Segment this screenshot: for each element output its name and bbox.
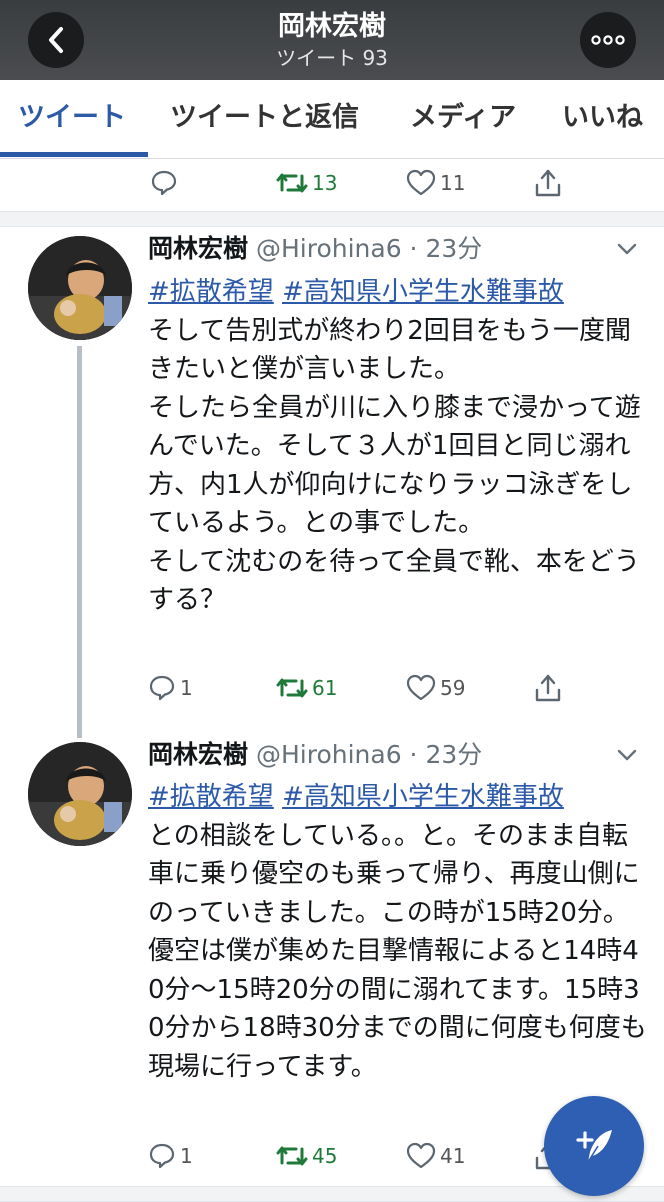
like-count: 41 bbox=[440, 1144, 466, 1168]
avatar-photo bbox=[28, 236, 132, 340]
profile-tabs: ツイート ツイートと返信 メディア いいね bbox=[0, 80, 664, 159]
like-count: 11 bbox=[440, 171, 466, 195]
retweet-count: 61 bbox=[312, 676, 338, 700]
reply-button[interactable]: 1 bbox=[148, 668, 193, 708]
heart-icon bbox=[406, 674, 436, 701]
tweet-header: 岡林宏樹 @Hirohina6 · 23分 bbox=[148, 739, 482, 771]
avatar[interactable] bbox=[28, 742, 132, 846]
share-icon bbox=[535, 169, 561, 197]
share-button[interactable] bbox=[534, 668, 562, 708]
reply-button[interactable]: 1 bbox=[148, 1136, 193, 1176]
tweet-meta: @Hirohina6 · 23分 bbox=[255, 234, 483, 263]
heart-icon bbox=[406, 1142, 436, 1169]
tab-likes[interactable]: いいね bbox=[562, 100, 643, 136]
tweet-author-name[interactable]: 岡林宏樹 bbox=[148, 234, 248, 263]
share-icon bbox=[535, 674, 561, 702]
compose-tweet-button[interactable] bbox=[544, 1096, 644, 1196]
hashtag-link[interactable]: #拡散希望 bbox=[148, 782, 274, 812]
reply-count: 1 bbox=[180, 676, 193, 700]
avatar-photo bbox=[28, 742, 132, 846]
profile-name: 岡林宏樹 bbox=[278, 11, 386, 42]
share-button[interactable] bbox=[534, 163, 562, 203]
more-icon bbox=[591, 35, 625, 45]
tweet-header: 岡林宏樹 @Hirohina6 · 23分 bbox=[148, 233, 482, 265]
reply-count: 1 bbox=[180, 1144, 193, 1168]
like-button[interactable]: 41 bbox=[406, 1136, 465, 1176]
tab-tweets-replies[interactable]: ツイートと返信 bbox=[170, 100, 359, 136]
tweet-count: ツイート 93 bbox=[276, 46, 388, 70]
chevron-down-icon[interactable] bbox=[616, 242, 638, 256]
more-button[interactable] bbox=[580, 12, 636, 68]
like-count: 59 bbox=[440, 676, 466, 700]
tweet-divider bbox=[0, 211, 664, 227]
tab-media[interactable]: メディア bbox=[410, 100, 516, 136]
profile-header: 岡林宏樹 ツイート 93 bbox=[0, 0, 664, 80]
reply-button[interactable] bbox=[150, 163, 182, 203]
avatar[interactable] bbox=[28, 236, 132, 340]
tweet-actions: 13 11 bbox=[0, 163, 664, 203]
tweet-author-name[interactable]: 岡林宏樹 bbox=[148, 740, 248, 769]
retweet-button[interactable]: 45 bbox=[276, 1136, 337, 1176]
heart-icon bbox=[406, 169, 436, 196]
tweet-body-text: との相談をしている。。と。そのまま自転車に乗り優空のも乗って帰り、再度山側にのっ… bbox=[148, 820, 647, 1082]
active-tab-indicator bbox=[0, 152, 148, 157]
tweet-actions: 1 61 59 bbox=[0, 668, 664, 708]
retweet-icon bbox=[276, 678, 308, 698]
retweet-button[interactable]: 13 bbox=[276, 163, 337, 203]
chevron-down-icon[interactable] bbox=[616, 748, 638, 762]
like-button[interactable]: 11 bbox=[406, 163, 465, 203]
retweet-count: 13 bbox=[312, 171, 338, 195]
tab-tweets[interactable]: ツイート bbox=[18, 100, 126, 136]
hashtag-link[interactable]: #高知県小学生水難事故 bbox=[282, 277, 564, 307]
tweet-text: #拡散希望 #高知県小学生水難事故 そして告別式が終わり2回目をもう一度聞きたい… bbox=[148, 273, 648, 620]
reply-icon bbox=[151, 170, 177, 196]
reply-icon bbox=[149, 1143, 175, 1169]
hashtag-link[interactable]: #高知県小学生水難事故 bbox=[282, 782, 564, 812]
hashtag-link[interactable]: #拡散希望 bbox=[148, 277, 274, 307]
retweet-icon bbox=[276, 173, 308, 193]
reply-icon bbox=[149, 675, 175, 701]
like-button[interactable]: 59 bbox=[406, 668, 465, 708]
retweet-icon bbox=[276, 1146, 308, 1166]
retweet-count: 45 bbox=[312, 1144, 338, 1168]
retweet-button[interactable]: 61 bbox=[276, 668, 337, 708]
tweet-text: #拡散希望 #高知県小学生水難事故 との相談をしている。。と。そのまま自転車に乗… bbox=[148, 778, 648, 1086]
compose-feather-icon bbox=[576, 1130, 612, 1163]
tweet-body-text: そして告別式が終わり2回目をもう一度聞きたいと僕が言いました。 そしたら全員が川… bbox=[148, 315, 641, 616]
tweet-meta: @Hirohina6 · 23分 bbox=[255, 740, 483, 769]
